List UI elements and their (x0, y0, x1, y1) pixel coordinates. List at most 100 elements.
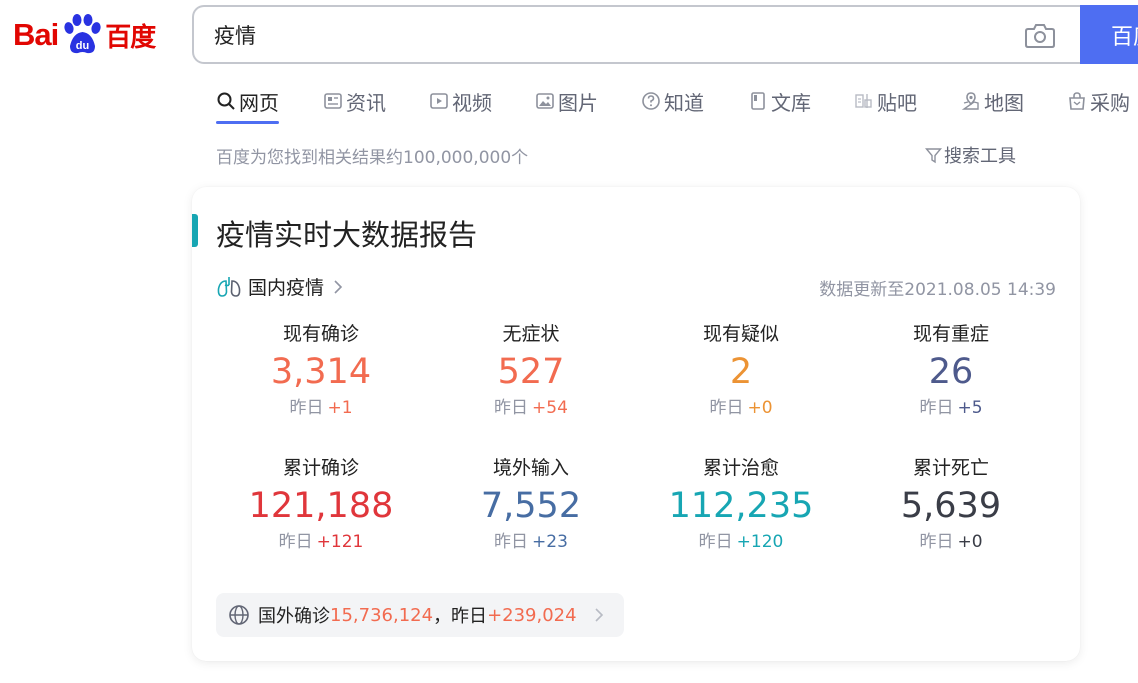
news-icon (324, 93, 342, 109)
stat-value: 3,314 (270, 352, 372, 392)
tab-label: 贴吧 (877, 90, 917, 115)
map-icon (961, 92, 979, 110)
stat-label: 现有重症 (912, 323, 989, 345)
camera-icon[interactable] (1024, 21, 1056, 49)
stat-cell: 累计确诊 121,188 昨日 +121 (211, 454, 431, 554)
stat-label: 无症状 (502, 323, 560, 345)
stat-delta: 昨日 +0 (841, 530, 1061, 554)
delta-value: +5 (957, 398, 983, 418)
stat-label: 境外输入 (492, 457, 569, 479)
tab-video[interactable]: 视频 (429, 80, 492, 122)
document-icon (751, 92, 765, 110)
question-icon (642, 92, 660, 110)
stat-cell: 累计死亡 5,639 昨日 +0 (841, 454, 1061, 554)
tab-label: 图片 (558, 90, 598, 115)
yesterday-prefix: 昨日 (698, 532, 733, 552)
stat-delta: 昨日 +23 (421, 530, 641, 554)
stat-delta: 昨日 +0 (631, 396, 851, 420)
tab-label: 资讯 (346, 90, 386, 115)
delta-value: +1 (327, 398, 353, 418)
tab-map[interactable]: 地图 (961, 80, 1024, 122)
epidemic-data-card: 疫情实时大数据报告 国内疫情 数据更新至2021.08.05 14:39 现有确… (192, 187, 1080, 661)
tab-label: 网页 (239, 90, 279, 115)
search-button[interactable]: 百度一下 (1080, 5, 1138, 64)
stat-delta: 昨日 +121 (211, 530, 431, 554)
search-tools-label: 搜索工具 (944, 146, 1016, 167)
delta-value: +0 (957, 532, 983, 552)
search-tools-button[interactable]: 搜索工具 (925, 142, 1016, 168)
logo-text-latin: Bai (13, 17, 59, 52)
stat-label: 累计治愈 (702, 457, 779, 479)
yesterday-prefix: 昨日 (289, 398, 324, 418)
tab-label: 采购 (1090, 90, 1130, 115)
tab-news[interactable]: 资讯 (323, 80, 386, 122)
delta-value: +0 (747, 398, 773, 418)
search-box (192, 5, 1082, 64)
baidu-search-page: Bai du 百度 百度一下 网页 资讯 视频 (0, 0, 1138, 683)
card-title[interactable]: 疫情实时大数据报告 (216, 212, 477, 254)
chevron-right-icon (595, 608, 604, 622)
delta-value: +23 (532, 532, 568, 552)
domestic-epidemic-link[interactable]: 国内疫情 (216, 273, 344, 300)
stat-cell: 现有疑似 2 昨日 +0 (631, 320, 851, 420)
lungs-icon (217, 276, 241, 297)
search-icon (217, 92, 235, 110)
search-input[interactable] (214, 14, 994, 55)
stat-value: 121,188 (248, 486, 394, 526)
yesterday-prefix: 昨日 (494, 532, 529, 552)
tab-tieba[interactable]: 贴吧 (854, 80, 917, 122)
yesterday-prefix: 昨日 (709, 398, 744, 418)
globe-icon (229, 605, 249, 625)
tab-label: 视频 (452, 90, 492, 115)
delta-value: +121 (316, 532, 364, 552)
tab-label: 地图 (984, 90, 1024, 115)
tab-shopping[interactable]: 采购 (1067, 80, 1130, 122)
stat-cell: 境外输入 7,552 昨日 +23 (421, 454, 641, 554)
shopping-icon (1069, 92, 1085, 110)
paw-logo-icon: du (64, 14, 101, 54)
stat-label: 现有疑似 (702, 323, 779, 345)
stat-delta: 昨日 +54 (421, 396, 641, 420)
tab-zhidao[interactable]: 知道 (641, 80, 704, 122)
yesterday-prefix: 昨日 (919, 532, 954, 552)
image-icon (536, 93, 554, 109)
stat-delta: 昨日 +1 (211, 396, 431, 420)
svg-text:du: du (76, 40, 89, 52)
filter-icon (925, 147, 942, 163)
foreign-separator: ，昨日 (433, 606, 488, 627)
stat-cell: 现有重症 26 昨日 +5 (841, 320, 1061, 420)
tieba-icon (855, 94, 872, 108)
stat-value: 5,639 (900, 486, 1002, 526)
foreign-cases-link[interactable]: 国外确诊 15,736,124 ，昨日 +239,024 (216, 593, 624, 637)
stat-label: 累计死亡 (912, 457, 989, 479)
stat-value: 7,552 (480, 486, 582, 526)
tab-web[interactable]: 网页 (216, 80, 279, 124)
tab-images[interactable]: 图片 (535, 80, 598, 122)
tab-wenku[interactable]: 文库 (748, 80, 811, 122)
region-label: 国内疫情 (248, 277, 325, 299)
stat-value: 527 (497, 352, 565, 392)
yesterday-prefix: 昨日 (919, 398, 954, 418)
stat-value: 26 (928, 352, 974, 392)
stat-cell: 无症状 527 昨日 +54 (421, 320, 641, 420)
card-accent-bar (192, 214, 198, 247)
stat-value: 2 (729, 352, 753, 392)
stat-label: 累计确诊 (282, 457, 359, 479)
stat-delta: 昨日 +120 (631, 530, 851, 554)
stat-cell: 现有确诊 3,314 昨日 +1 (211, 320, 431, 420)
foreign-value: 15,736,124 (330, 604, 434, 626)
delta-value: +120 (736, 532, 784, 552)
search-tabs: 网页 资讯 视频 图片 知道 文库 贴吧 地图 采购 (216, 80, 1138, 124)
tab-label: 文库 (771, 90, 811, 115)
foreign-delta: +239,024 (487, 604, 577, 626)
stat-cell: 累计治愈 112,235 昨日 +120 (631, 454, 851, 554)
tab-label: 知道 (664, 90, 704, 115)
foreign-label: 国外确诊 (258, 606, 330, 627)
stat-value: 112,235 (668, 486, 814, 526)
delta-value: +54 (532, 398, 568, 418)
chevron-right-icon (334, 279, 343, 294)
stat-delta: 昨日 +5 (841, 396, 1061, 420)
video-icon (430, 93, 448, 109)
yesterday-prefix: 昨日 (494, 398, 529, 418)
baidu-logo[interactable]: Bai du 百度 (13, 10, 156, 60)
